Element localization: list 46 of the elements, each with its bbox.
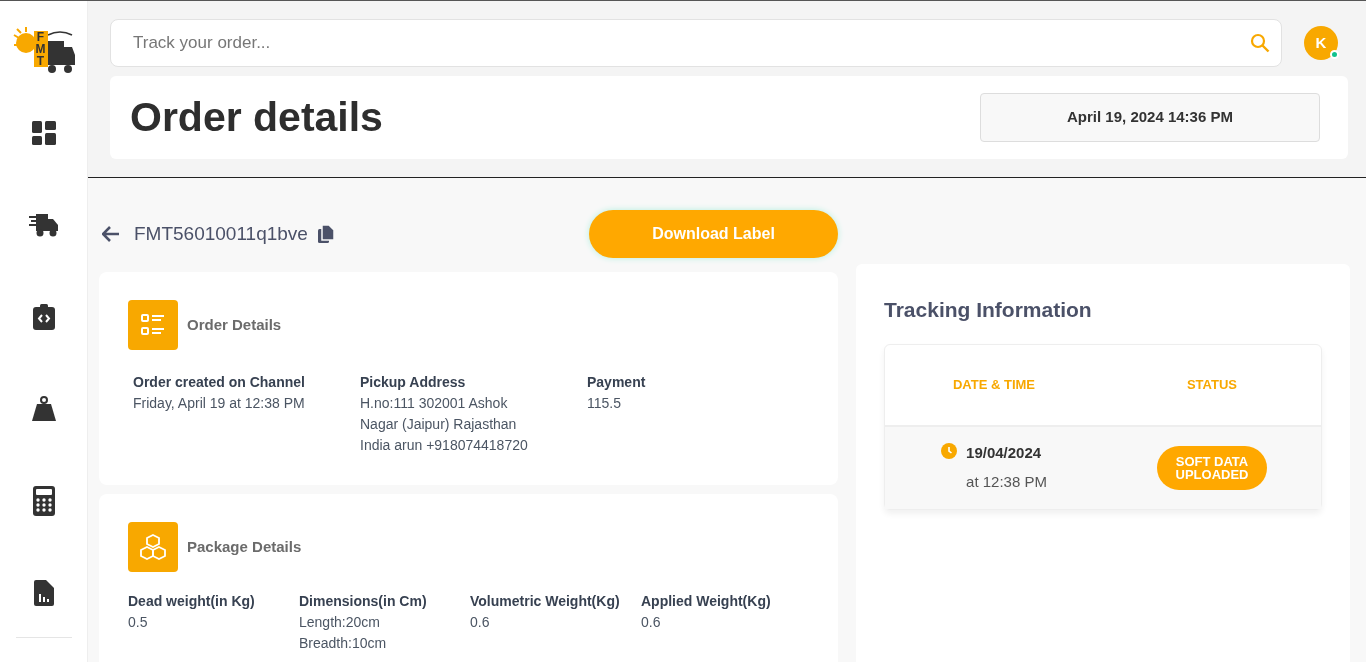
logo-letter: F: [36, 31, 45, 43]
field-value: 0.6: [470, 613, 491, 632]
date-time-display: April 19, 2024 14:36 PM: [980, 93, 1320, 142]
list-icon: [128, 300, 178, 350]
logo[interactable]: F M T: [11, 25, 76, 77]
status-badge: SOFT DATA UPLOADED: [1157, 445, 1267, 490]
logo-letter: T: [36, 55, 45, 67]
tracking-date: 19/04/2024: [966, 443, 1043, 463]
field-label: Applied Weight(Kg): [641, 592, 772, 611]
logo-letter: M: [35, 43, 46, 55]
field-value: India arun +918074418720: [360, 436, 529, 455]
dashboard-icon[interactable]: [31, 121, 56, 145]
field-value: Friday, April 19 at 12:38 PM: [133, 394, 306, 413]
card-title: Order Details: [187, 314, 282, 335]
field-value: 115.5: [587, 394, 622, 413]
card-title: Package Details: [187, 536, 302, 557]
order-id: FMT56010011q1bve: [134, 221, 308, 246]
back-arrow-icon[interactable]: [102, 226, 120, 242]
tracking-time: at 12:38 PM: [966, 471, 1047, 492]
boxes-icon: [128, 522, 178, 572]
field-value: Breadth:10cm: [299, 634, 388, 653]
clipboard-code-icon[interactable]: [32, 304, 55, 330]
page-title: Order details: [130, 92, 383, 142]
field-value: Length:20cm: [299, 613, 381, 632]
download-label-button[interactable]: Download Label: [589, 210, 838, 258]
truck-icon[interactable]: [28, 213, 59, 237]
search-field[interactable]: Track your order...: [110, 19, 1282, 67]
field-value: H.no:111 302001 Ashok: [360, 394, 509, 413]
field-value: 0.6: [641, 613, 662, 632]
column-header: DATE & TIME: [951, 375, 1037, 394]
calculator-icon[interactable]: [32, 486, 55, 516]
field-label: Dimensions(in Cm): [299, 592, 428, 611]
field-label: Pickup Address: [360, 373, 467, 392]
avatar[interactable]: K: [1304, 26, 1338, 60]
copy-icon[interactable]: [317, 225, 334, 243]
field-label: Dead weight(in Kg): [128, 592, 256, 611]
field-label: Volumetric Weight(Kg): [470, 592, 621, 611]
clock-icon: [941, 443, 958, 459]
report-icon[interactable]: [33, 580, 54, 606]
field-value: Nagar (Jaipur) Rajasthan: [360, 415, 518, 434]
field-label: Order created on Channel: [133, 373, 306, 392]
field-value: 0.5: [128, 613, 149, 632]
weight-icon[interactable]: [30, 396, 57, 422]
column-header: STATUS: [1185, 375, 1239, 394]
field-label: Payment: [587, 373, 647, 392]
tracking-title: Tracking Information: [884, 297, 1093, 323]
